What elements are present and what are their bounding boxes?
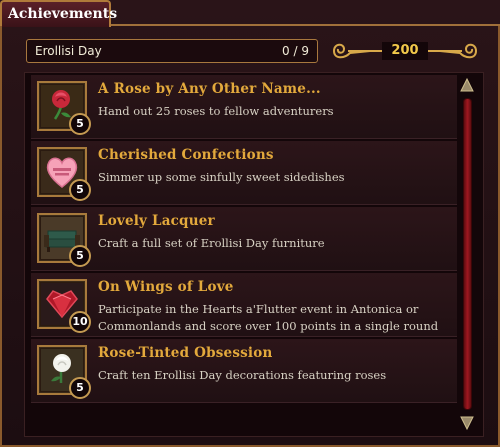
achievement-title: On Wings of Love	[98, 279, 234, 295]
achievement-icon-frame: 10	[37, 279, 91, 333]
achievement-description: Craft ten Erollisi Day decorations featu…	[98, 368, 387, 382]
achievement-description: Simmer up some sinfully sweet sidedishes	[98, 170, 345, 184]
achievement-description: Hand out 25 roses to fellow adventurers	[98, 104, 334, 118]
achievements-window: Achievements Erollisi Day 0 / 9 200 5 A …	[0, 0, 500, 447]
points-display: 200	[330, 37, 480, 65]
list-item[interactable]: 5 A Rose by Any Other Name... Hand out 2…	[31, 75, 457, 139]
scroll-up-icon[interactable]	[460, 78, 474, 94]
list-item[interactable]: 5 Lovely Lacquer Craft a full set of Ero…	[31, 207, 457, 271]
list-item[interactable]: 10 On Wings of Love Participate in the H…	[31, 273, 457, 337]
scroll-down-icon[interactable]	[460, 414, 474, 430]
tab-achievements[interactable]: Achievements	[0, 0, 117, 27]
points-badge: 5	[69, 179, 91, 201]
points-badge: 5	[69, 377, 91, 399]
achievement-icon-frame: 5	[37, 345, 91, 399]
points-value: 200	[391, 43, 419, 58]
achievement-list: 5 A Rose by Any Other Name... Hand out 2…	[24, 72, 484, 437]
list-item[interactable]: 5 Rose-Tinted Obsession Craft ten Erolli…	[31, 339, 457, 403]
achievement-title: A Rose by Any Other Name...	[98, 81, 321, 97]
points-badge: 5	[69, 245, 91, 267]
scrollbar[interactable]	[458, 78, 476, 432]
achievement-description: Craft a full set of Erollisi Day furnitu…	[98, 236, 325, 250]
achievement-title: Cherished Confections	[98, 147, 274, 163]
scroll-track[interactable]	[463, 98, 472, 410]
event-header: Erollisi Day 0 / 9	[26, 39, 318, 63]
achievement-progress: 0 / 9	[282, 44, 309, 58]
list-item[interactable]: 5 Cherished Confections Simmer up some s…	[31, 141, 457, 205]
achievement-icon-frame: 5	[37, 213, 91, 267]
achievement-description: Participate in the Hearts a'Flutter even…	[98, 302, 439, 333]
achievement-title: Rose-Tinted Obsession	[98, 345, 273, 361]
achievement-icon-frame: 5	[37, 81, 91, 135]
achievement-icon-frame: 5	[37, 147, 91, 201]
event-name: Erollisi Day	[35, 44, 102, 58]
points-badge: 5	[69, 113, 91, 135]
achievement-title: Lovely Lacquer	[98, 213, 215, 229]
points-badge: 10	[69, 311, 91, 333]
